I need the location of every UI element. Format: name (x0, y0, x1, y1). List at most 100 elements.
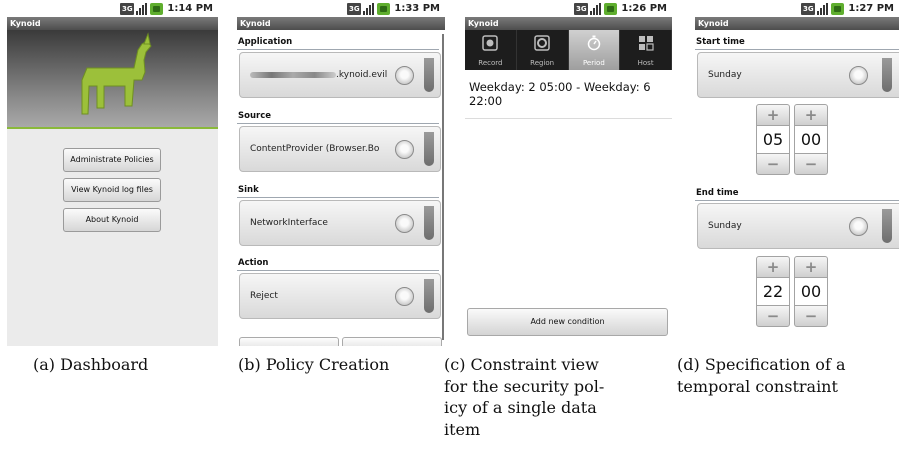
increment-button[interactable]: + (794, 256, 828, 278)
signal-icon (136, 2, 148, 15)
section-divider (237, 49, 439, 50)
region-icon (534, 35, 550, 51)
start-day-value: Sunday (708, 70, 742, 80)
start-minute-picker[interactable]: + 00 − (794, 104, 828, 175)
screen-temporal-constraint: 3G 1:27 PM Kynoid Start time Sunday + 05… (695, 0, 899, 346)
increment-button[interactable]: + (794, 104, 828, 126)
section-divider (695, 200, 899, 201)
section-divider (237, 270, 439, 271)
radio-icon[interactable] (395, 287, 414, 306)
sink-value: NetworkInterface (250, 218, 328, 228)
clock: 1:26 PM (621, 3, 667, 14)
status-bar: 3G 1:26 PM (465, 0, 672, 17)
sink-spinner[interactable]: NetworkInterface (239, 200, 441, 246)
clock: 1:27 PM (848, 3, 894, 14)
network-3g-icon: 3G (120, 2, 135, 15)
source-spinner[interactable]: ContentProvider (Browser.Bo (239, 126, 441, 172)
network-3g-icon: 3G (801, 2, 816, 15)
decrement-button[interactable]: − (756, 305, 790, 327)
action-value: Reject (250, 291, 278, 301)
signal-icon (363, 2, 375, 15)
decrement-button[interactable]: − (756, 153, 790, 175)
end-minute-picker[interactable]: + 00 − (794, 256, 828, 327)
start-time-label: Start time (696, 37, 745, 47)
increment-button[interactable]: + (756, 256, 790, 278)
kynoid-logo-icon (81, 32, 152, 115)
administrate-policies-button[interactable]: Administrate Policies (63, 148, 161, 172)
clock: 1:14 PM (167, 3, 213, 14)
tab-region[interactable]: Region (517, 30, 569, 70)
caption-d: (d) Specification of a temporal constrai… (677, 355, 846, 396)
battery-icon (150, 2, 164, 15)
application-label: Application (238, 37, 293, 47)
bottom-button-right[interactable] (342, 337, 442, 346)
action-spinner[interactable]: Reject (239, 273, 441, 319)
add-new-condition-button[interactable]: Add new condition (467, 308, 668, 336)
condition-list-item[interactable]: Weekday: 2 05:00 - Weekday: 6 22:00 (469, 80, 669, 108)
dropdown-handle-icon (882, 58, 892, 92)
dropdown-handle-icon (882, 209, 892, 243)
about-kynoid-button[interactable]: About Kynoid (63, 208, 161, 232)
redacted-package-name (250, 71, 336, 78)
caption-b: (b) Policy Creation (238, 355, 390, 374)
start-hour-picker[interactable]: + 05 − (756, 104, 790, 175)
app-title: Kynoid (465, 17, 672, 30)
application-value: .kynoid.evil (336, 70, 388, 80)
caption-a: (a) Dashboard (33, 355, 149, 374)
record-icon (482, 35, 499, 51)
tab-host[interactable]: Host (620, 30, 672, 70)
banner (7, 30, 218, 127)
status-bar: 3G 1:27 PM (695, 0, 899, 17)
dropdown-handle-icon (424, 132, 434, 166)
view-log-files-button[interactable]: View Kynoid log files (63, 178, 161, 202)
caption-c: (c) Constraint view for the security pol… (444, 355, 605, 439)
end-minute-value[interactable]: 00 (794, 278, 828, 305)
list-divider (465, 118, 672, 119)
signal-icon (590, 2, 602, 15)
end-day-value: Sunday (708, 221, 742, 231)
stopwatch-icon (587, 35, 601, 51)
radio-icon[interactable] (849, 66, 868, 85)
end-hour-picker[interactable]: + 22 − (756, 256, 790, 327)
decrement-button[interactable]: − (794, 305, 828, 327)
radio-icon[interactable] (395, 140, 414, 159)
increment-button[interactable]: + (756, 104, 790, 126)
signal-icon (817, 2, 829, 15)
action-label: Action (238, 258, 269, 268)
clock: 1:33 PM (394, 3, 440, 14)
screen-dashboard: 3G 1:14 PM Kynoid Administrate Policies … (7, 0, 218, 346)
dropdown-handle-icon (424, 58, 434, 92)
app-title: Kynoid (695, 17, 899, 30)
battery-icon (831, 2, 845, 15)
bottom-button-left[interactable] (239, 337, 339, 346)
end-day-spinner[interactable]: Sunday (697, 203, 899, 249)
status-bar: 3G 1:14 PM (7, 0, 218, 17)
section-divider (695, 49, 899, 50)
host-icon (638, 36, 654, 51)
radio-icon[interactable] (395, 66, 414, 85)
start-day-spinner[interactable]: Sunday (697, 52, 899, 98)
radio-icon[interactable] (395, 214, 414, 233)
end-hour-value[interactable]: 22 (756, 278, 790, 305)
network-3g-icon: 3G (574, 2, 589, 15)
tab-period[interactable]: Period (568, 30, 621, 70)
app-title: Kynoid (7, 17, 218, 30)
dropdown-handle-icon (424, 279, 434, 313)
screen-constraint-view: 3G 1:26 PM Kynoid Record Region Period H… (465, 0, 672, 346)
radio-icon[interactable] (849, 217, 868, 236)
sink-label: Sink (238, 185, 259, 195)
start-hour-value[interactable]: 05 (756, 126, 790, 153)
tab-bar: Record Region Period Host (465, 30, 672, 70)
status-bar: 3G 1:33 PM (237, 0, 445, 17)
dropdown-handle-icon (424, 206, 434, 240)
tab-record[interactable]: Record (465, 30, 517, 70)
app-title: Kynoid (237, 17, 445, 30)
start-minute-value[interactable]: 00 (794, 126, 828, 153)
screen-policy-creation: 3G 1:33 PM Kynoid Application .kynoid.ev… (237, 0, 445, 346)
application-spinner[interactable]: .kynoid.evil (239, 52, 441, 98)
section-divider (237, 197, 439, 198)
scrollbar[interactable] (442, 34, 444, 340)
battery-icon (604, 2, 618, 15)
decrement-button[interactable]: − (794, 153, 828, 175)
network-3g-icon: 3G (347, 2, 362, 15)
